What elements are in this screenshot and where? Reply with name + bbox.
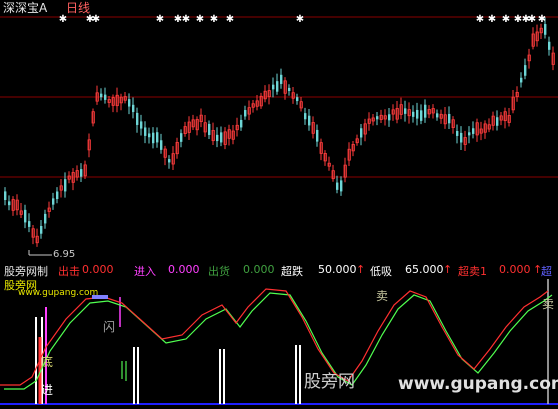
star-marker-icon: ✱ bbox=[476, 14, 484, 25]
flash-marker bbox=[92, 295, 108, 299]
candle-body bbox=[388, 114, 391, 121]
bottom-signal-label: 底 bbox=[41, 355, 54, 369]
candle-body bbox=[216, 134, 219, 142]
candle-body bbox=[136, 112, 139, 125]
candle-body bbox=[548, 41, 551, 50]
candle-body bbox=[132, 104, 135, 113]
candle-body bbox=[420, 110, 423, 121]
candle-body bbox=[148, 133, 151, 138]
star-marker-icon: ✱ bbox=[210, 14, 218, 25]
sell-signal-label-right: 卖 bbox=[542, 297, 555, 311]
candle-body bbox=[472, 128, 475, 134]
candle-body bbox=[56, 191, 59, 200]
star-marker-icon: ✱ bbox=[226, 14, 234, 25]
indicator-params-bar: 股旁网制 出击 0.000 进入 0.000 出货 0.000 超跌 50.00… bbox=[0, 262, 558, 278]
candle-body bbox=[272, 84, 275, 90]
candle-body bbox=[544, 24, 547, 35]
star-marker-icon: ✱ bbox=[182, 14, 190, 25]
candle-body bbox=[244, 110, 247, 117]
param-value: 50.000 bbox=[318, 263, 357, 276]
low-price-label: 6.95 bbox=[53, 249, 76, 260]
candle-body bbox=[424, 104, 427, 118]
candle-body bbox=[460, 132, 463, 143]
watermark-text: 股旁网 bbox=[304, 372, 355, 392]
candle-body bbox=[156, 132, 159, 143]
candle-body bbox=[180, 133, 183, 142]
candle-body bbox=[52, 198, 55, 205]
param-value: 0.000 bbox=[82, 263, 114, 276]
up-arrow-icon: ↑ bbox=[356, 263, 366, 276]
price-chart[interactable]: ✱ ✱✱ ✱ ✱ ✱ ✱ ✱ ✱ ✱ ✱ ✱ ✱ ✱ ✱✱ ✱ bbox=[0, 0, 558, 260]
candle-body bbox=[4, 191, 7, 200]
star-marker-icon: ✱ bbox=[528, 14, 536, 25]
candle-body bbox=[280, 74, 283, 84]
param-value: 0.000 bbox=[168, 263, 200, 276]
candle-body bbox=[28, 221, 31, 227]
candlestick-series bbox=[4, 17, 555, 247]
candle-body bbox=[456, 131, 459, 136]
candle-body bbox=[448, 113, 451, 124]
fast-line bbox=[0, 288, 549, 386]
candle-body bbox=[404, 108, 407, 114]
candle-body bbox=[520, 77, 523, 83]
star-marker-icon: ✱ bbox=[196, 14, 204, 25]
candle-body bbox=[288, 87, 291, 92]
star-marker-icon: ✱ bbox=[488, 14, 496, 25]
candle-body bbox=[376, 116, 379, 120]
candle-body bbox=[140, 121, 143, 129]
candle-body bbox=[304, 113, 307, 120]
candle-body bbox=[416, 109, 419, 119]
star-marker-icon: ✱ bbox=[538, 14, 546, 25]
star-marker-icon: ✱ bbox=[296, 14, 304, 25]
candle-body bbox=[524, 65, 527, 76]
candle-body bbox=[496, 117, 499, 126]
star-marker-icon: ✱ bbox=[92, 14, 100, 25]
candle-body bbox=[80, 169, 83, 177]
candle-body bbox=[308, 115, 311, 126]
candle-body bbox=[276, 81, 279, 92]
candle-body bbox=[144, 127, 147, 136]
candle-body bbox=[152, 132, 155, 144]
candle-body bbox=[8, 201, 11, 206]
candle-body bbox=[100, 93, 103, 98]
signal-marks: ✱ ✱✱ ✱ ✱ ✱ ✱ ✱ ✱ ✱ ✱ ✱ ✱ ✱ ✱✱ ✱ bbox=[59, 14, 546, 25]
candle-body bbox=[436, 113, 439, 118]
candle-body bbox=[316, 129, 319, 142]
candle-body bbox=[468, 132, 471, 136]
watermark-url: www.gupang.com bbox=[398, 374, 558, 394]
sell-signal-label: 卖 bbox=[376, 289, 389, 303]
candle-body bbox=[40, 225, 43, 234]
candle-body bbox=[360, 128, 363, 138]
candle-body bbox=[64, 179, 67, 192]
entry-signal-label: 进 bbox=[41, 383, 54, 397]
star-marker-icon: ✱ bbox=[59, 14, 67, 25]
candle-body bbox=[412, 111, 415, 117]
candle-body bbox=[208, 123, 211, 135]
flash-signal-label: 闪 bbox=[103, 320, 116, 334]
param-value: 0.000 bbox=[243, 263, 275, 276]
candle-body bbox=[104, 94, 107, 100]
candle-body bbox=[128, 99, 131, 107]
candle-body bbox=[44, 213, 47, 224]
candle-body bbox=[296, 97, 299, 102]
param-value: 65.000 bbox=[405, 263, 444, 276]
star-marker-icon: ✱ bbox=[156, 14, 164, 25]
candle-body bbox=[24, 209, 27, 223]
candle-body bbox=[340, 180, 343, 192]
candle-body bbox=[168, 159, 171, 163]
candle-body bbox=[220, 132, 223, 143]
candle-body bbox=[240, 119, 243, 128]
star-marker-icon: ✱ bbox=[502, 14, 510, 25]
param-value: 0.000 bbox=[499, 263, 531, 276]
candle-body bbox=[160, 140, 163, 150]
up-arrow-icon: ↑ bbox=[443, 263, 453, 276]
candle-body bbox=[336, 182, 339, 190]
